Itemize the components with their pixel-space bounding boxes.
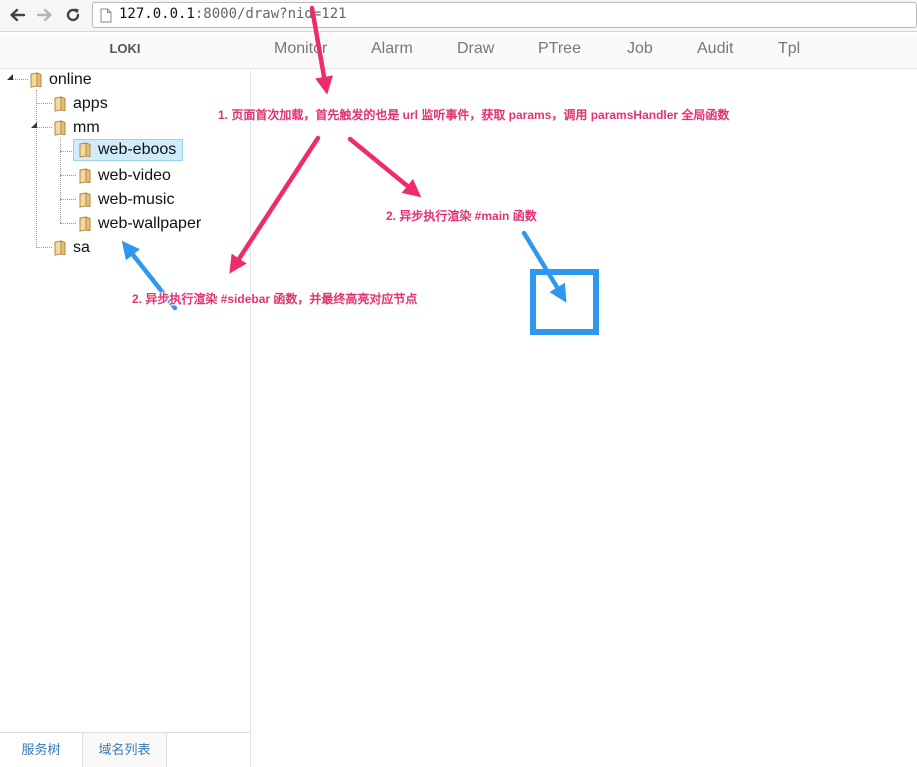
arrow-right-icon	[36, 8, 52, 22]
tree-node-label: web-video	[98, 167, 171, 184]
reload-icon	[66, 8, 80, 22]
tree-connector	[36, 247, 52, 248]
nav-audit[interactable]: Audit	[697, 40, 733, 58]
tree-node-mm[interactable]: mm	[52, 117, 100, 139]
annotation-arrow-to-main	[347, 136, 422, 198]
folder-icon	[79, 192, 91, 208]
tree-node-web-video[interactable]: web-video	[77, 165, 171, 187]
nav-ptree[interactable]: PTree	[538, 40, 581, 58]
sidebar-tabs: 服务树 域名列表	[0, 732, 250, 767]
triangle-down-icon	[7, 74, 13, 80]
app-header: LOKI Monitor Alarm Draw PTree Job Audit …	[0, 33, 917, 69]
main-area-marker	[530, 269, 599, 335]
tree-node-sa[interactable]: sa	[52, 237, 90, 259]
tree-connector	[36, 90, 37, 248]
nav-monitor[interactable]: Monitor	[274, 40, 327, 58]
collapse-toggle-online[interactable]	[5, 72, 15, 82]
folder-icon	[79, 142, 91, 158]
nav-alarm[interactable]: Alarm	[371, 40, 413, 58]
tree-node-web-music[interactable]: web-music	[77, 189, 174, 211]
tree-node-label: online	[49, 71, 92, 88]
sidebar: online apps mm web-eboos web-video web-m…	[0, 70, 251, 767]
annotation-note-render-main: 2. 异步执行渲染 #main 函数	[386, 209, 537, 223]
folder-icon	[79, 168, 91, 184]
tree-connector	[60, 175, 76, 176]
folder-icon	[54, 96, 66, 112]
tree-node-label: mm	[73, 119, 100, 136]
tree-connector	[60, 199, 76, 200]
annotation-note-render-sidebar: 2. 异步执行渲染 #sidebar 函数，并最终高亮对应节点	[132, 292, 418, 306]
reload-button[interactable]	[62, 4, 84, 26]
annotation-arrow-to-main-box	[521, 230, 567, 303]
tree-node-apps[interactable]: apps	[52, 93, 108, 115]
browser-toolbar: 127.0.0.1:8000/draw?nid=121	[0, 0, 917, 32]
folder-icon	[30, 72, 42, 88]
forward-button[interactable]	[34, 4, 56, 26]
url-text: 127.0.0.1:8000/draw?nid=121	[119, 6, 347, 22]
back-button[interactable]	[6, 4, 28, 26]
nav-tpl[interactable]: Tpl	[778, 40, 800, 58]
folder-icon	[54, 240, 66, 256]
tab-domain-list[interactable]: 域名列表	[82, 733, 167, 767]
tree-node-online[interactable]: online	[28, 69, 92, 91]
brand-logo[interactable]: LOKI	[0, 33, 250, 69]
tree-node-label: web-eboos	[98, 141, 177, 158]
tree-node-label: apps	[73, 95, 108, 112]
tree-connector	[60, 151, 74, 152]
nav-job[interactable]: Job	[627, 40, 653, 58]
annotation-note-url-listener: 1. 页面首次加载，首先触发的也是 url 监听事件，获取 params，调用 …	[218, 108, 730, 122]
tree-node-web-wallpaper[interactable]: web-wallpaper	[77, 213, 201, 235]
folder-icon	[54, 120, 66, 136]
url-path: :8000/draw?nid=121	[194, 6, 347, 22]
folder-icon	[79, 216, 91, 232]
tree-node-web-eboos[interactable]: web-eboos	[73, 139, 183, 161]
collapse-toggle-mm[interactable]	[29, 120, 39, 130]
tree-node-label: web-music	[98, 191, 175, 208]
tab-service-tree[interactable]: 服务树	[0, 733, 82, 767]
tree-node-label: web-wallpaper	[98, 215, 202, 232]
tree-connector	[60, 223, 76, 224]
nav-draw[interactable]: Draw	[457, 40, 494, 58]
page-icon	[100, 8, 112, 23]
address-bar[interactable]: 127.0.0.1:8000/draw?nid=121	[92, 2, 917, 28]
arrow-left-icon	[10, 8, 26, 22]
triangle-down-icon	[31, 122, 37, 128]
tree-node-label: sa	[73, 239, 90, 256]
url-host: 127.0.0.1	[119, 6, 195, 22]
tree-connector	[36, 103, 52, 104]
